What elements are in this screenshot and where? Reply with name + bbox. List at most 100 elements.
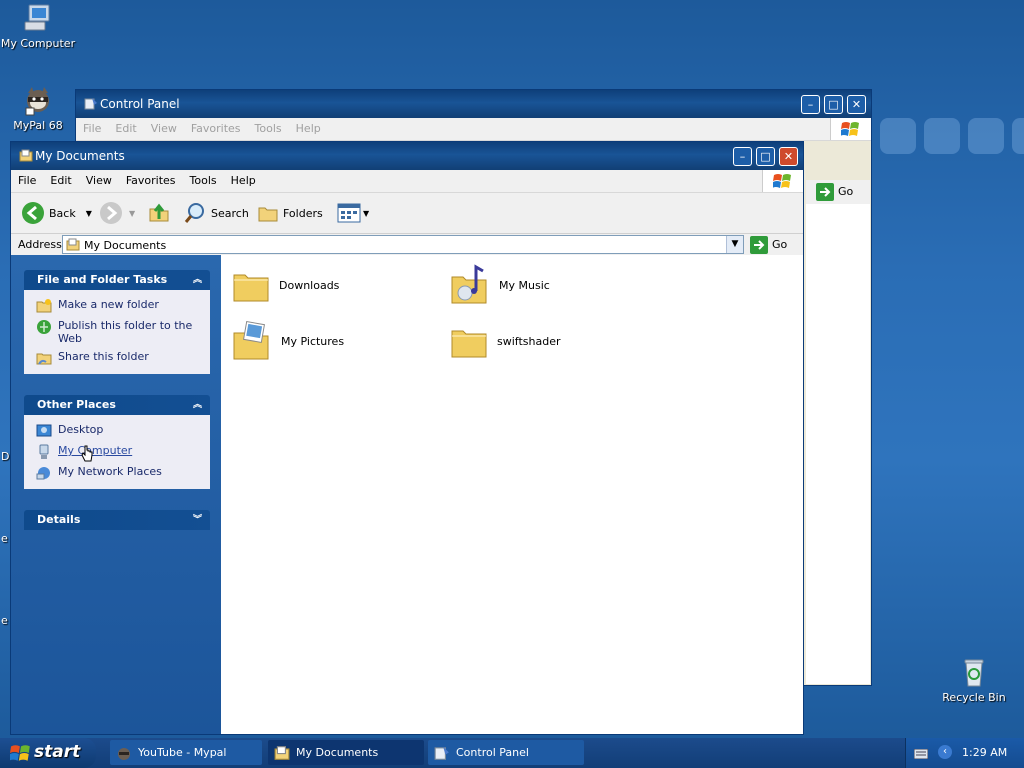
task-label: Share this folder (58, 350, 149, 363)
folders-button[interactable]: Folders (257, 201, 323, 225)
back-button[interactable]: Back ▼ (21, 201, 92, 225)
maximize-button[interactable]: □ (824, 95, 843, 114)
address-label: Address (18, 238, 62, 251)
back-dropdown-icon[interactable]: ▼ (86, 209, 92, 218)
address-dropdown-icon[interactable]: ▼ (726, 236, 743, 253)
minimize-button[interactable]: – (733, 147, 752, 166)
taskbar-item-control-panel[interactable]: Control Panel (428, 740, 584, 765)
keyboard-icon[interactable] (914, 749, 928, 759)
address-input[interactable]: My Documents ▼ (62, 235, 744, 254)
show-hidden-icons-button[interactable]: ‹ (938, 745, 952, 759)
task-publish-web[interactable]: Publish this folder to the Web (24, 316, 210, 347)
menu-view[interactable]: View (79, 170, 119, 192)
my-computer-icon (39, 444, 49, 459)
menu-edit[interactable]: Edit (108, 118, 143, 140)
desktop-icon-label: MyPal 68 (13, 119, 63, 132)
file-item-my-pictures[interactable]: My Pictures (231, 319, 344, 363)
up-folder-button[interactable] (147, 201, 171, 225)
go-label: Go (772, 238, 788, 251)
desktop-decoration (924, 118, 960, 154)
desktop-partial-label: e (1, 614, 8, 627)
close-button[interactable]: ✕ (847, 95, 866, 114)
menu-edit[interactable]: Edit (43, 170, 78, 192)
menu-file[interactable]: File (11, 170, 43, 192)
place-network-places[interactable]: My Network Places (24, 462, 210, 483)
menu-tools[interactable]: Tools (248, 118, 289, 140)
windows-logo-icon (10, 745, 30, 761)
task-label: Desktop (58, 423, 104, 436)
search-icon (184, 203, 204, 223)
my-documents-titlebar[interactable]: My Documents – □ ✕ (11, 142, 803, 170)
menu-view[interactable]: View (144, 118, 184, 140)
other-places-header[interactable]: Other Places ︽ (24, 395, 210, 415)
address-go-button[interactable]: Go (748, 235, 798, 255)
my-documents-icon (66, 238, 80, 251)
menu-favorites[interactable]: Favorites (184, 118, 248, 140)
place-my-computer[interactable]: My Computer (24, 441, 210, 462)
search-button[interactable]: Search (183, 201, 249, 225)
close-button[interactable]: ✕ (779, 147, 798, 166)
details-header[interactable]: Details ︾ (24, 510, 210, 530)
menu-help[interactable]: Help (289, 118, 328, 140)
file-item-swiftshader[interactable]: swiftshader (449, 321, 561, 361)
up-folder-icon (149, 203, 169, 222)
desktop-icon-label: My Computer (0, 37, 76, 50)
task-label: Publish this folder to the Web (58, 319, 193, 345)
folder-icon (451, 330, 487, 358)
my-documents-icon (274, 745, 290, 760)
menu-file[interactable]: File (76, 118, 108, 140)
collapse-chevron-icon[interactable]: ︽ (193, 395, 202, 415)
collapse-chevron-icon[interactable]: ︽ (193, 270, 202, 290)
views-button[interactable]: ▼ (337, 201, 369, 225)
menu-favorites[interactable]: Favorites (119, 170, 183, 192)
control-panel-titlebar[interactable]: Control Panel – □ ✕ (76, 90, 871, 118)
views-icon (337, 203, 361, 223)
desktop-icon-recycle-bin[interactable]: Recycle Bin (936, 656, 1012, 704)
desktop-partial-label: D (1, 450, 10, 463)
desktop-decoration (880, 118, 916, 154)
clock[interactable]: 1:29 AM (962, 746, 1007, 759)
mypal-icon (118, 747, 130, 760)
forward-arrow-icon (100, 202, 122, 224)
task-share-folder[interactable]: Share this folder (24, 347, 210, 368)
window-title: My Documents (35, 149, 125, 163)
forward-button[interactable]: ▼ (99, 201, 135, 225)
file-label: Downloads (279, 278, 340, 292)
control-panel-content (806, 204, 870, 684)
views-dropdown-icon[interactable]: ▼ (363, 209, 369, 218)
file-item-my-music[interactable]: My Music (449, 263, 550, 307)
my-computer-icon (22, 2, 54, 34)
file-label: My Pictures (281, 334, 345, 348)
search-label: Search (211, 206, 249, 220)
place-desktop[interactable]: Desktop (24, 420, 210, 441)
taskbar-item-label: Control Panel (456, 746, 529, 759)
recycle-bin-icon (958, 656, 990, 688)
desktop-icon-my-computer[interactable]: My Computer (0, 2, 76, 50)
file-item-downloads[interactable]: Downloads (231, 265, 339, 305)
desktop-icon-mypal[interactable]: MyPal 68 (0, 84, 76, 132)
windows-flag-icon (830, 118, 871, 140)
task-label: Make a new folder (58, 298, 159, 311)
control-panel-icon (84, 98, 97, 110)
folder-icon (233, 274, 269, 302)
panel-title: Details (37, 513, 81, 526)
taskbar-item-my-documents[interactable]: My Documents (268, 740, 424, 765)
taskbar-item-youtube-mypal[interactable]: YouTube - Mypal (110, 740, 262, 765)
music-folder-icon (451, 264, 487, 304)
folders-icon (258, 207, 278, 222)
forward-dropdown-icon[interactable]: ▼ (129, 209, 135, 218)
menu-help[interactable]: Help (224, 170, 263, 192)
taskbar-item-label: YouTube - Mypal (138, 746, 227, 759)
go-label: Go (838, 185, 854, 198)
start-button[interactable]: start (0, 738, 96, 768)
my-documents-window[interactable]: My Documents – □ ✕ File Edit View Favorites… (10, 141, 804, 735)
maximize-button[interactable]: □ (756, 147, 775, 166)
file-folder-tasks-header[interactable]: File and Folder Tasks ︽ (24, 270, 210, 290)
mypal-icon (22, 84, 54, 116)
task-make-new-folder[interactable]: Make a new folder (24, 295, 210, 316)
menu-tools[interactable]: Tools (183, 170, 224, 192)
control-panel-go-button[interactable]: Go (806, 180, 870, 205)
address-value: My Documents (84, 239, 167, 252)
expand-chevron-icon[interactable]: ︾ (193, 510, 202, 530)
minimize-button[interactable]: – (801, 95, 820, 114)
